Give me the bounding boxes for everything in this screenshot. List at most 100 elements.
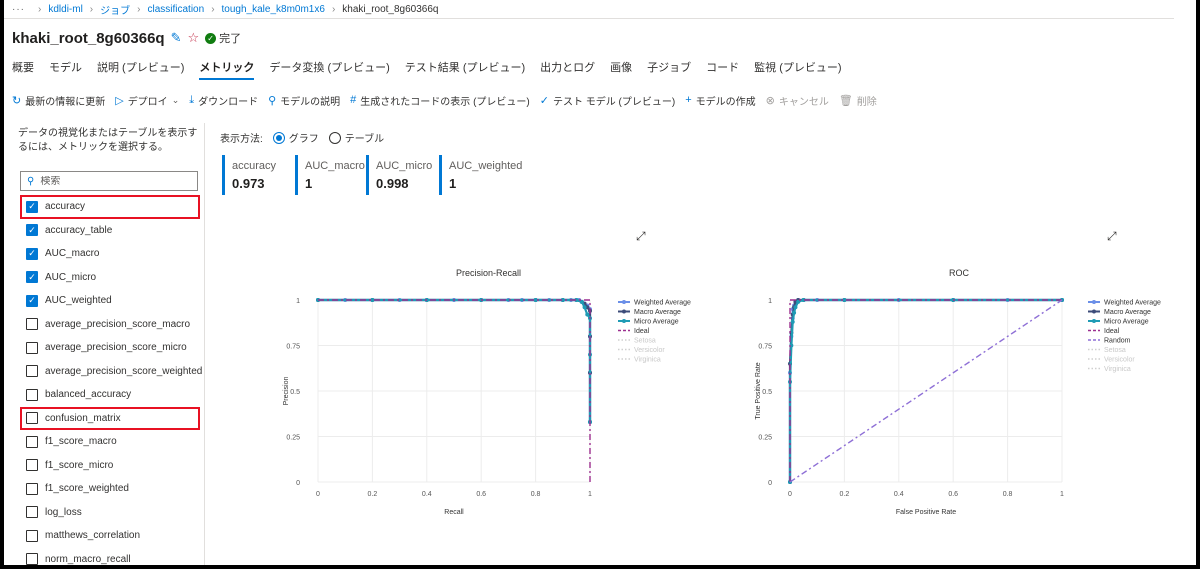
metric-checkbox[interactable] bbox=[26, 482, 38, 495]
breadcrumb-experiment[interactable]: classification bbox=[147, 4, 204, 15]
star-icon[interactable]: ☆ bbox=[187, 30, 199, 46]
radio-graph[interactable] bbox=[272, 131, 285, 144]
metric-checkbox[interactable] bbox=[26, 529, 38, 542]
precision-recall-chart: 0 0.2 0.4 0.6 0.8 1 0 0.25 0.5 0.75 1 Recall Precisi… bbox=[283, 298, 691, 516]
metric-checkbox[interactable]: ✓ bbox=[26, 247, 38, 260]
metric-item[interactable]: average_precision_score_weighted bbox=[20, 360, 204, 384]
y-tick-label: 0.25 bbox=[758, 435, 772, 442]
metric-checkbox[interactable] bbox=[26, 459, 38, 472]
metric-checkbox[interactable] bbox=[26, 506, 38, 519]
radio-table[interactable] bbox=[328, 131, 341, 144]
check-icon: ✓ bbox=[539, 94, 549, 107]
metric-label: log_loss bbox=[45, 506, 82, 518]
tab-child-jobs[interactable]: 子ジョブ bbox=[647, 59, 691, 75]
test-model-button[interactable]: ✓ テスト モデル (プレビュー) bbox=[540, 93, 675, 108]
metric-checkbox[interactable]: ✓ bbox=[26, 294, 38, 307]
test-model-label: テスト モデル (プレビュー) bbox=[552, 96, 676, 108]
expand-icon[interactable]: ⤢ bbox=[1107, 229, 1117, 244]
download-button[interactable]: ⤓ ダウンロード bbox=[189, 93, 258, 108]
expand-icon[interactable]: ⤢ bbox=[636, 229, 646, 244]
x-tick-label: 0.2 bbox=[840, 491, 850, 498]
explain-icon: ⚲ bbox=[268, 94, 277, 107]
tab-monitoring[interactable]: 監視 (プレビュー) bbox=[754, 59, 841, 75]
tab-images[interactable]: 画像 bbox=[610, 59, 632, 75]
metric-item[interactable]: log_loss bbox=[20, 501, 204, 525]
legend-marker bbox=[622, 300, 626, 304]
tab-overview[interactable]: 概要 bbox=[12, 59, 34, 75]
explain-model-button[interactable]: ⚲ モデルの説明 bbox=[268, 93, 340, 108]
metric-label: balanced_accuracy bbox=[45, 389, 132, 401]
metric-item[interactable]: f1_score_micro bbox=[20, 454, 204, 478]
breadcrumb-overflow[interactable]: ··· bbox=[12, 4, 25, 15]
metric-item[interactable]: matthews_correlation bbox=[20, 524, 204, 548]
radio-graph-label[interactable]: グラフ bbox=[289, 130, 319, 145]
tab-explanations[interactable]: 説明 (プレビュー) bbox=[97, 59, 184, 75]
view-mode-label: 表示方法: bbox=[220, 134, 263, 145]
metric-checkbox[interactable] bbox=[26, 553, 38, 565]
metric-item[interactable]: ✓ AUC_weighted bbox=[20, 289, 204, 313]
legend-marker bbox=[622, 309, 626, 314]
view-generated-code-button[interactable]: # 生成されたコードの表示 (プレビュー) bbox=[350, 93, 530, 108]
tab-outputs-logs[interactable]: 出力とログ bbox=[540, 59, 595, 75]
metric-item[interactable]: average_precision_score_macro bbox=[20, 313, 204, 337]
view-mode-toggle: 表示方法: グラフ テーブル bbox=[220, 130, 384, 145]
edit-pencil-icon[interactable]: ✎ bbox=[171, 30, 182, 46]
metric-card-value: 0.973 bbox=[232, 176, 265, 191]
delete-button[interactable]: 🗑 削除 bbox=[839, 93, 877, 108]
metric-item[interactable]: f1_score_macro bbox=[20, 430, 204, 454]
metric-item[interactable]: ✓ accuracy bbox=[20, 195, 200, 219]
metric-item[interactable]: norm_macro_recall bbox=[20, 548, 204, 565]
tab-code[interactable]: コード bbox=[706, 59, 739, 75]
metric-card-value: 1 bbox=[449, 176, 457, 191]
metric-checkbox[interactable]: ✓ bbox=[26, 224, 38, 237]
metric-checkbox[interactable] bbox=[26, 435, 38, 448]
metric-checkbox[interactable] bbox=[26, 318, 38, 331]
metric-checkbox[interactable] bbox=[26, 365, 38, 378]
metric-item[interactable]: ✓ AUC_micro bbox=[20, 266, 204, 290]
legend-marker bbox=[1092, 309, 1096, 314]
search-input[interactable] bbox=[40, 175, 191, 187]
chevron-down-icon: ⌄ bbox=[171, 94, 180, 105]
cancel-label: キャンセル bbox=[778, 96, 829, 108]
metric-checkbox[interactable] bbox=[26, 341, 38, 354]
metric-checkbox[interactable] bbox=[26, 412, 38, 425]
cancel-button[interactable]: ⊗ キャンセル bbox=[766, 93, 829, 108]
metric-item[interactable]: balanced_accuracy bbox=[20, 383, 204, 407]
breadcrumb-parent-job[interactable]: tough_kale_k8m0m1x6 bbox=[222, 4, 325, 15]
metric-checkbox[interactable]: ✓ bbox=[26, 200, 38, 213]
metric-item[interactable]: confusion_matrix bbox=[20, 406, 200, 430]
legend-label: Ideal bbox=[1104, 328, 1120, 335]
legend-label: Setosa bbox=[1104, 347, 1126, 354]
y-tick-label: 1 bbox=[296, 298, 300, 305]
tab-data-transformation[interactable]: データ変換 (プレビュー) bbox=[269, 59, 389, 75]
refresh-label: 最新の情報に更新 bbox=[25, 96, 106, 108]
tab-models[interactable]: モデル bbox=[49, 59, 82, 75]
metric-checkbox[interactable]: ✓ bbox=[26, 271, 38, 284]
y-tick-label: 0.25 bbox=[286, 435, 300, 442]
series-line-weighted-average bbox=[318, 298, 592, 422]
x-tick-label: 0 bbox=[316, 491, 320, 498]
metric-card-name: AUC_micro bbox=[376, 160, 433, 172]
metric-item[interactable]: ✓ AUC_macro bbox=[20, 242, 204, 266]
tab-test-results[interactable]: テスト結果 (プレビュー) bbox=[405, 59, 525, 75]
refresh-button[interactable]: ↻ 最新の情報に更新 bbox=[12, 93, 105, 108]
chevron-right-icon: › bbox=[38, 3, 42, 15]
y-tick-label: 0.5 bbox=[290, 389, 300, 396]
create-model-button[interactable]: + モデルの作成 bbox=[685, 93, 755, 108]
legend-label: Macro Average bbox=[1104, 309, 1151, 316]
x-tick-label: 1 bbox=[1060, 491, 1064, 498]
deploy-button[interactable]: ▷ デプロイ ⌄ bbox=[115, 93, 179, 108]
metric-checkbox[interactable] bbox=[26, 388, 38, 401]
breadcrumb-workspace[interactable]: kdldi-ml bbox=[48, 4, 82, 15]
data-point bbox=[582, 305, 587, 310]
metric-item[interactable]: average_precision_score_micro bbox=[20, 336, 204, 360]
radio-table-label[interactable]: テーブル bbox=[345, 130, 384, 145]
search-box[interactable]: ⚲ bbox=[20, 171, 198, 191]
breadcrumb-jobs[interactable]: ジョブ bbox=[100, 2, 130, 17]
legend-label: Micro Average bbox=[1104, 319, 1149, 326]
tab-metrics[interactable]: メトリック bbox=[199, 59, 255, 80]
metric-item[interactable]: f1_score_weighted bbox=[20, 477, 204, 501]
metric-item[interactable]: ✓ accuracy_table bbox=[20, 219, 204, 243]
y-tick-label: 0 bbox=[768, 480, 772, 487]
metric-label: average_precision_score_macro bbox=[45, 318, 191, 330]
